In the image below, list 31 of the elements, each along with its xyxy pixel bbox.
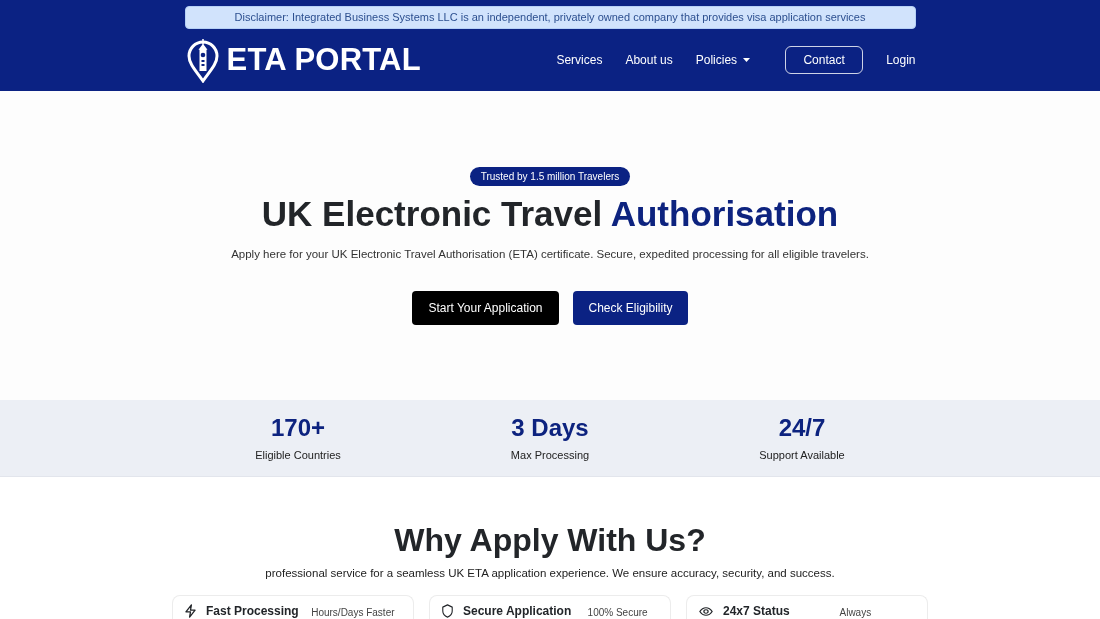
eye-icon xyxy=(699,605,713,617)
check-eligibility-button[interactable]: Check Eligibility xyxy=(573,291,688,325)
stat-label: Max Processing xyxy=(510,448,590,462)
stat-value: 170+ xyxy=(270,414,326,442)
section-title: Why Apply With Us? xyxy=(394,521,706,560)
feature-tag: 100% Secure xyxy=(587,605,648,619)
disclaimer-banner: Disclaimer: Integrated Business Systems LLC is an independent, privately owned company that provides visa application services xyxy=(184,6,916,29)
trust-badge: Trusted by 1.5 million Travelers xyxy=(469,167,631,186)
lightning-icon xyxy=(185,604,196,618)
caret-icon xyxy=(743,58,751,62)
logo-text: ETA PORTAL xyxy=(226,42,421,78)
feature-tag: Hours/Days Faster xyxy=(311,605,395,619)
hero-title: UK Electronic Travel Authorisation xyxy=(261,193,839,235)
stat-label: Support Available xyxy=(759,448,845,462)
shield-icon xyxy=(442,604,453,618)
hero-subtitle: Apply here for your UK Electronic Travel Authorisation (ETA) certificate. Secure, expedited processing for all eligible travelers. xyxy=(231,247,869,262)
nav-dropdown[interactable]: Policies xyxy=(695,52,751,68)
nav-link[interactable]: Login xyxy=(886,52,916,68)
feature-title: Fast Processing xyxy=(206,603,299,619)
start-application-button[interactable]: Start Your Application xyxy=(412,291,559,325)
stat-value: 3 Days xyxy=(511,414,589,442)
pin-tower-logo-icon xyxy=(186,37,219,83)
stat-value: 24/7 xyxy=(778,414,826,442)
stat-label: Eligible Countries xyxy=(255,448,341,462)
feature-title: Secure Application xyxy=(463,603,572,619)
feature-title: 24x7 Status xyxy=(723,603,790,619)
nav-link[interactable]: About us xyxy=(625,52,673,68)
section-subtitle: professional service for a seamless UK ETA application experience. We ensure accuracy, security, and success. xyxy=(265,566,835,581)
feature-tag: Always xyxy=(839,605,872,619)
nav-link[interactable]: Services xyxy=(556,52,603,68)
contact-button[interactable]: Contact xyxy=(785,46,864,74)
